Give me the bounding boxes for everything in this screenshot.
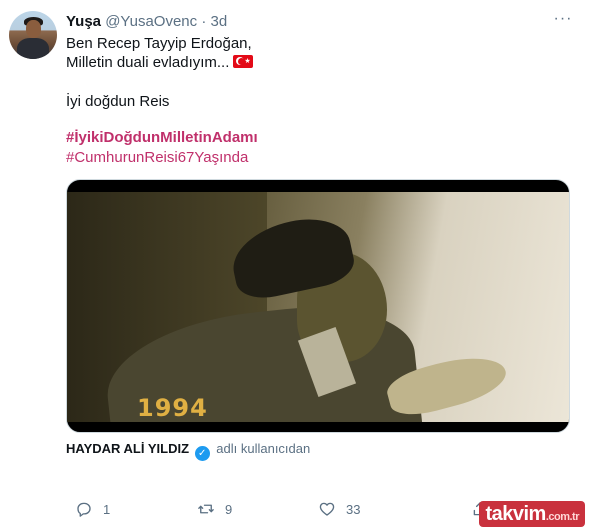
- author-name[interactable]: Yuşa: [66, 13, 101, 30]
- video-attribution: HAYDAR ALİ YILDIZ ✓ adlı kullanıcıdan: [66, 441, 310, 461]
- retweet-button[interactable]: 9: [197, 494, 232, 524]
- like-button[interactable]: 33: [318, 494, 360, 524]
- hashtag-link[interactable]: #İyikiDoğdunMilletinAdamı: [66, 128, 258, 148]
- retweet-icon: [198, 504, 214, 514]
- separator-dot: ·: [201, 13, 207, 30]
- verified-badge-icon: ✓: [194, 446, 210, 461]
- tweet-text-line-2: Milletin duali evladıyım... ★: [66, 53, 254, 73]
- author-handle[interactable]: @YusaOvenc: [105, 13, 197, 30]
- avatar-head: [26, 20, 41, 38]
- heart-icon: [319, 502, 335, 516]
- timestamp[interactable]: 3d: [211, 13, 228, 30]
- tweet-text-line-2-text: Milletin duali evladıyım...: [66, 54, 230, 71]
- retweet-count: 9: [225, 501, 233, 517]
- tweet[interactable]: Yuşa @YusaOvenc · 3d ··· Ben Recep Tayyi…: [0, 0, 589, 530]
- avatar[interactable]: [9, 11, 57, 59]
- reply-icon: [77, 502, 91, 517]
- attribution-name[interactable]: HAYDAR ALİ YILDIZ: [66, 441, 189, 456]
- avatar-body: [17, 38, 49, 59]
- tweet-text-line-3: İyi doğdun Reis: [66, 93, 170, 110]
- reply-count: 1: [103, 501, 111, 517]
- attribution-suffix: adlı kullanıcıdan: [216, 441, 311, 456]
- more-options-icon[interactable]: ···: [551, 11, 575, 32]
- video-player[interactable]: 1994: [66, 179, 570, 433]
- video-frame: 1994: [67, 192, 569, 422]
- video-year-overlay: 1994: [137, 394, 208, 422]
- hashtag-link[interactable]: #CumhurunReisi67Yaşında: [66, 148, 248, 168]
- tweet-header: Yuşa @YusaOvenc · 3d: [66, 12, 589, 32]
- watermark-suffix: .com.tr: [545, 511, 580, 523]
- turkish-flag-icon: ★: [233, 55, 254, 68]
- tweet-text-line-1: Ben Recep Tayyip Erdoğan,: [66, 35, 252, 52]
- reply-button[interactable]: 1: [75, 494, 110, 524]
- watermark-text: takvim: [485, 503, 546, 525]
- takvim-watermark-logo: takvim.com.tr: [479, 501, 585, 527]
- like-count: 33: [346, 501, 361, 517]
